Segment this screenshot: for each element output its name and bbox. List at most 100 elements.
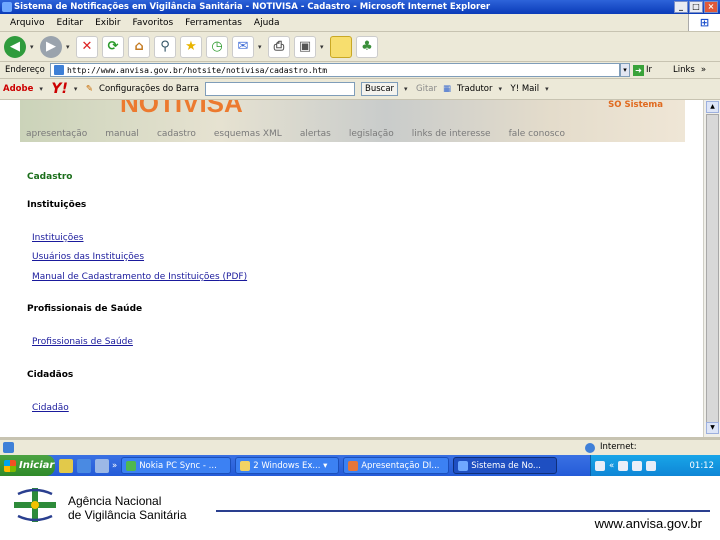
- yahoo-toolbar: Adobe ▾ Y! ▾ ✎ Configurações do Barra Bu…: [0, 79, 720, 100]
- go-arrow-icon: ➜: [633, 64, 644, 76]
- maximize-button[interactable]: □: [689, 1, 703, 13]
- link-instituicoes[interactable]: Instituições: [32, 233, 84, 243]
- nav-fale-conosco[interactable]: fale conosco: [509, 129, 565, 142]
- agency-line-2: de Vigilância Sanitária: [68, 508, 187, 522]
- quicklaunch-media-icon[interactable]: [59, 458, 73, 473]
- yahoo-search-input[interactable]: [205, 82, 355, 96]
- tradutor-dropdown-icon[interactable]: ▾: [499, 85, 505, 93]
- page-status-icon: [3, 442, 14, 453]
- start-button[interactable]: Iniciar: [0, 455, 55, 476]
- chevron-right-icon[interactable]: »: [701, 65, 706, 75]
- nav-esquemas-xml[interactable]: esquemas XML: [214, 129, 282, 142]
- agency-name: Agência Nacional de Vigilância Sanitária: [68, 494, 187, 522]
- mail-icon[interactable]: ✉: [232, 35, 254, 58]
- scroll-up-icon[interactable]: ▲: [706, 101, 719, 113]
- links-button[interactable]: Links: [673, 65, 695, 75]
- scroll-down-icon[interactable]: ▼: [706, 422, 719, 434]
- close-button[interactable]: ×: [704, 1, 718, 13]
- web-page: NOTIVISA SO Sistema apresentação manual …: [0, 100, 703, 437]
- window-title: Sistema de Notificações em Vigilância Sa…: [14, 2, 491, 12]
- menu-ferramentas[interactable]: Ferramentas: [185, 18, 242, 28]
- search-button[interactable]: Buscar: [361, 82, 399, 96]
- tradutor-button[interactable]: Tradutor: [457, 84, 492, 94]
- favorites-icon[interactable]: ★: [180, 35, 202, 58]
- link-cidadao[interactable]: Cidadão: [32, 403, 69, 413]
- print-icon[interactable]: ⎙: [268, 35, 290, 58]
- history-icon[interactable]: ◷: [206, 35, 228, 58]
- link-profissionais-saude[interactable]: Profissionais de Saúde: [32, 337, 133, 347]
- stop-icon[interactable]: ✕: [76, 35, 98, 58]
- nav-apresentacao[interactable]: apresentação: [26, 129, 87, 142]
- mail-bar-dropdown-icon[interactable]: ▾: [545, 85, 551, 93]
- menu-arquivo[interactable]: Arquivo: [10, 18, 44, 28]
- adobe-button[interactable]: Adobe: [3, 84, 33, 94]
- page-title: Cadastro: [27, 172, 73, 182]
- menu-ajuda[interactable]: Ajuda: [254, 18, 280, 28]
- ie-task-icon: [458, 460, 469, 471]
- system-tray: « 01:12: [590, 455, 720, 476]
- yahoo-button[interactable]: Y!: [51, 81, 68, 97]
- go-button[interactable]: ➜ Ir: [633, 64, 659, 76]
- minimize-button[interactable]: _: [674, 1, 688, 13]
- search-icon[interactable]: ⚲: [154, 35, 176, 58]
- tray-messenger-icon[interactable]: [646, 460, 657, 471]
- grid-icon[interactable]: ▦: [443, 84, 451, 94]
- nav-links-de-interesse[interactable]: links de interesse: [412, 129, 491, 142]
- nav-alertas[interactable]: alertas: [300, 129, 331, 142]
- agency-line-1: Agência Nacional: [68, 494, 162, 508]
- security-zone-label: Internet: [600, 442, 634, 452]
- window-title-bar: Sistema de Notificações em Vigilância Sa…: [0, 0, 720, 14]
- section-title-profissionais: Profissionais de Saúde: [27, 304, 143, 314]
- tray-app-icon[interactable]: [595, 460, 605, 471]
- forward-icon[interactable]: ▶: [40, 35, 62, 58]
- back-dropdown-icon[interactable]: ▾: [30, 43, 36, 51]
- forward-dropdown-icon[interactable]: ▾: [66, 43, 72, 51]
- status-bar: Internet:: [0, 439, 720, 455]
- link-usuarios-instituicoes[interactable]: Usuários das Instituições: [32, 252, 144, 262]
- mail-dropdown-icon[interactable]: ▾: [258, 43, 264, 51]
- address-dropdown-icon[interactable]: ▾: [620, 63, 630, 77]
- config-button[interactable]: Configurações do Barra: [99, 84, 199, 94]
- refresh-icon[interactable]: ⟳: [102, 35, 124, 58]
- adobe-dropdown-icon[interactable]: ▾: [39, 85, 45, 93]
- tray-volume-icon[interactable]: [632, 460, 643, 471]
- back-icon[interactable]: ◀: [4, 35, 26, 58]
- banner-subtitle: SO Sistema: [608, 100, 663, 110]
- menu-favoritos[interactable]: Favoritos: [133, 18, 174, 28]
- nav-manual[interactable]: manual: [105, 129, 139, 142]
- scrollbar-thumb[interactable]: [706, 114, 719, 428]
- gitar-button[interactable]: Gitar: [416, 84, 437, 94]
- address-input[interactable]: http://www.anvisa.gov.br/hotsite/notivis…: [50, 63, 620, 77]
- footer-url: www.anvisa.gov.br: [594, 516, 702, 531]
- task-windows-explorer[interactable]: 2 Windows Ex... ▾: [235, 457, 340, 474]
- task-apresentacao[interactable]: Apresentação DI...: [343, 457, 450, 474]
- edit-icon[interactable]: ▣: [294, 35, 316, 58]
- vertical-scrollbar[interactable]: ▲ ▼: [703, 100, 720, 437]
- tray-expand-icon[interactable]: «: [609, 461, 614, 471]
- task-sistema-notivisa[interactable]: Sistema de No...: [453, 457, 558, 474]
- anvisa-logo-icon: [14, 488, 56, 522]
- task-label: 2 Windows Ex... ▾: [253, 460, 328, 471]
- address-label: Endereço: [5, 65, 45, 75]
- quicklaunch-ie-icon[interactable]: [77, 458, 91, 473]
- manual-link-row: Manual de Cadastramento de Instituições …: [32, 272, 247, 282]
- yahoo-dropdown-icon[interactable]: ▾: [74, 85, 80, 93]
- nav-cadastro[interactable]: cadastro: [157, 129, 196, 142]
- quicklaunch-desktop-icon[interactable]: [95, 458, 109, 473]
- nav-legislacao[interactable]: legislação: [349, 129, 394, 142]
- search-dropdown-icon[interactable]: ▾: [404, 85, 410, 93]
- edit-dropdown-icon[interactable]: ▾: [320, 43, 326, 51]
- menu-editar[interactable]: Editar: [56, 18, 83, 28]
- nokia-icon: [126, 460, 137, 471]
- clock[interactable]: 01:12: [690, 461, 720, 471]
- tray-network-icon[interactable]: [618, 460, 629, 471]
- task-nokia-pc-sync[interactable]: Nokia PC Sync - ...: [121, 457, 232, 474]
- discuss-icon[interactable]: [330, 35, 352, 58]
- messenger-icon[interactable]: ♣: [356, 35, 378, 58]
- powerpoint-icon: [348, 460, 359, 471]
- menu-exibir[interactable]: Exibir: [95, 18, 120, 28]
- home-icon[interactable]: ⌂: [128, 35, 150, 58]
- mail-button[interactable]: Y! Mail: [511, 84, 540, 94]
- quicklaunch-more-icon[interactable]: »: [112, 461, 117, 471]
- link-manual-cadastramento[interactable]: Manual de Cadastramento de Instituições: [32, 272, 220, 282]
